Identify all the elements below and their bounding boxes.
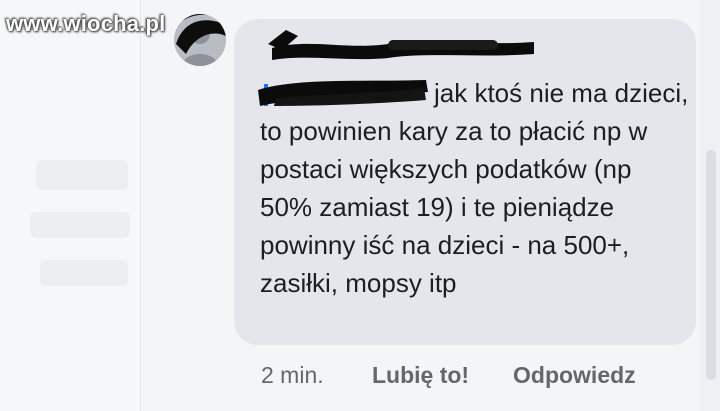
left-panel-background <box>0 0 140 411</box>
blurred-text-placeholder <box>36 160 128 190</box>
author-name-redacted <box>268 30 534 60</box>
right-edge-background <box>700 0 720 411</box>
like-button[interactable]: Lubię to! <box>372 362 469 389</box>
profile-avatar-icon <box>174 14 226 66</box>
reply-button[interactable]: Odpowiedz <box>513 362 636 389</box>
panel-divider <box>140 0 141 411</box>
avatar[interactable] <box>174 14 226 66</box>
blurred-text-placeholder <box>40 260 128 286</box>
comment-text: jak ktoś nie ma dzieci, to powinien kary… <box>260 78 689 298</box>
scrollbar[interactable] <box>706 150 716 380</box>
watermark: www.wiocha.pl <box>6 11 166 36</box>
blurred-text-placeholder <box>30 212 130 238</box>
comment-timestamp[interactable]: 2 min. <box>261 362 324 389</box>
